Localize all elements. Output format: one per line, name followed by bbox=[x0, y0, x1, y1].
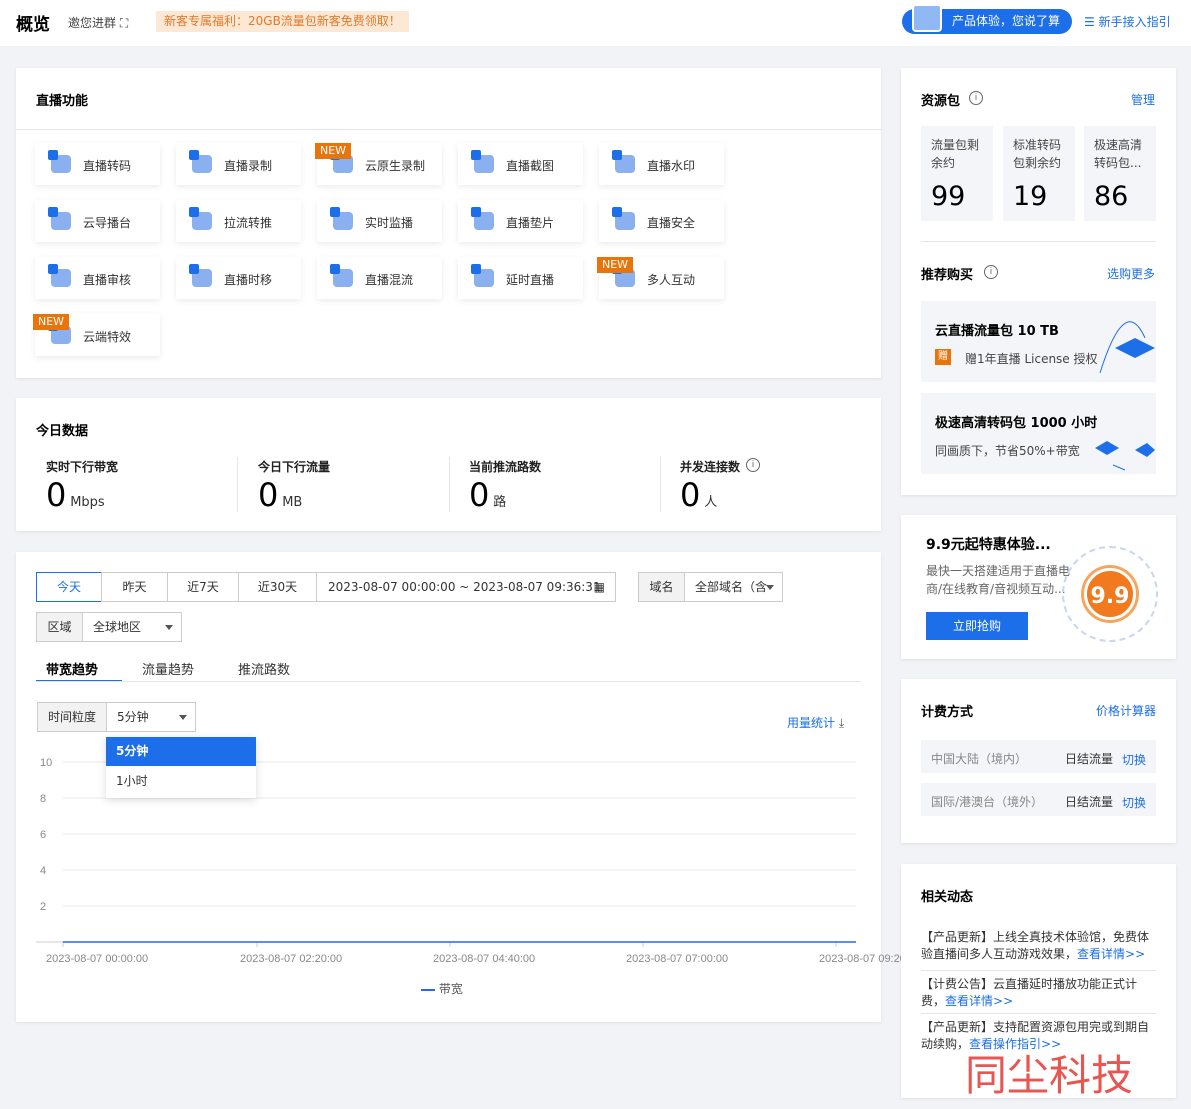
offer-desc: 最快一天搭建适用于直播电商/在线教育/音视频互动... bbox=[926, 564, 1071, 596]
tile-hd-transcode[interactable]: 极速高清转码包... 86 bbox=[1084, 126, 1156, 221]
y-tick-label: 4 bbox=[40, 865, 46, 877]
x-tick-label: 2023-08-07 02:20:00 bbox=[240, 953, 342, 965]
legend-line-icon bbox=[421, 988, 435, 991]
recommend-title: 推荐购买 bbox=[921, 268, 974, 283]
manage-link[interactable]: 管理 bbox=[1131, 91, 1155, 108]
tile-label: 标准转码包剩余约 bbox=[1013, 138, 1062, 170]
switch-link[interactable]: 切换 bbox=[1122, 751, 1146, 768]
watermark-text: 同尘科技 bbox=[965, 1051, 1134, 1100]
info-icon[interactable]: i bbox=[969, 91, 983, 105]
billing-method: 日结流量 bbox=[1065, 752, 1114, 766]
option-1hour[interactable]: 1小时 bbox=[106, 767, 256, 796]
tile-label: 极速高清转码包... bbox=[1094, 138, 1143, 170]
cube-illustration-icon bbox=[1099, 321, 1155, 374]
buy-more-link[interactable]: 选购更多 bbox=[1107, 265, 1155, 282]
x-tick-label: 2023-08-07 07:00:00 bbox=[626, 953, 728, 965]
y-tick-label: 2 bbox=[40, 901, 46, 913]
tile-label: 流量包剩余约 bbox=[931, 138, 980, 170]
y-tick-label: 8 bbox=[40, 793, 46, 805]
billing-method: 日结流量 bbox=[1065, 795, 1114, 809]
y-tick-label: 6 bbox=[40, 829, 46, 841]
rec-subtitle: 赠1年直播 License 授权 bbox=[965, 352, 1098, 366]
rec-title: 极速高清转码包 1000 小时 bbox=[935, 416, 1098, 431]
x-tick-label: 2023-08-07 04:40:00 bbox=[433, 953, 535, 965]
news-item[interactable]: 【产品更新】上线全真技术体验馆，免费体验直播间多人互动游戏效果，查看详情>> bbox=[921, 929, 1153, 963]
news-item[interactable]: 【计费公告】云直播延时播放功能正式计费，查看详情>> bbox=[921, 976, 1153, 1010]
option-5min[interactable]: 5分钟 bbox=[106, 737, 256, 766]
divider bbox=[921, 241, 1156, 242]
legend: 带宽 bbox=[421, 980, 463, 997]
billing-title: 计费方式 bbox=[921, 705, 974, 720]
tile-value: 99 bbox=[931, 181, 966, 212]
price-badge: 9.9 bbox=[1084, 568, 1136, 620]
rec-subtitle: 同画质下，节省50%+带宽 bbox=[935, 444, 1080, 458]
x-tick-label: 2023-08-07 00:00:00 bbox=[46, 953, 148, 965]
divider bbox=[921, 1013, 1156, 1014]
news-link[interactable]: 查看详情>> bbox=[1077, 947, 1145, 961]
tile-traffic-pack[interactable]: 流量包剩余约 99 bbox=[921, 126, 993, 221]
divider bbox=[921, 970, 1156, 971]
resource-title: 资源包 bbox=[921, 94, 961, 109]
gift-badge: 赠 bbox=[935, 349, 951, 365]
price-calculator-link[interactable]: 价格计算器 bbox=[1096, 702, 1156, 719]
offer-title: 9.9元起特惠体验... bbox=[926, 537, 1051, 553]
y-tick-label: 10 bbox=[40, 757, 52, 769]
billing-region: 中国大陆（境内） bbox=[931, 752, 1028, 766]
tile-value: 86 bbox=[1094, 181, 1129, 212]
info-icon[interactable]: i bbox=[984, 265, 998, 279]
news-link[interactable]: 查看详情>> bbox=[945, 994, 1013, 1008]
billing-region: 国际/港澳台（境外） bbox=[931, 795, 1044, 809]
tile-value: 19 bbox=[1013, 181, 1048, 212]
buy-now-button[interactable]: 立即抢购 bbox=[926, 612, 1028, 640]
diamond-illustration-icon bbox=[1095, 441, 1155, 471]
tile-standard-transcode[interactable]: 标准转码包剩余约 19 bbox=[1003, 126, 1075, 221]
rec-title: 云直播流量包 10 TB bbox=[935, 324, 1059, 339]
news-title: 相关动态 bbox=[921, 890, 974, 905]
switch-link[interactable]: 切换 bbox=[1122, 794, 1146, 811]
legend-label: 带宽 bbox=[438, 982, 463, 996]
